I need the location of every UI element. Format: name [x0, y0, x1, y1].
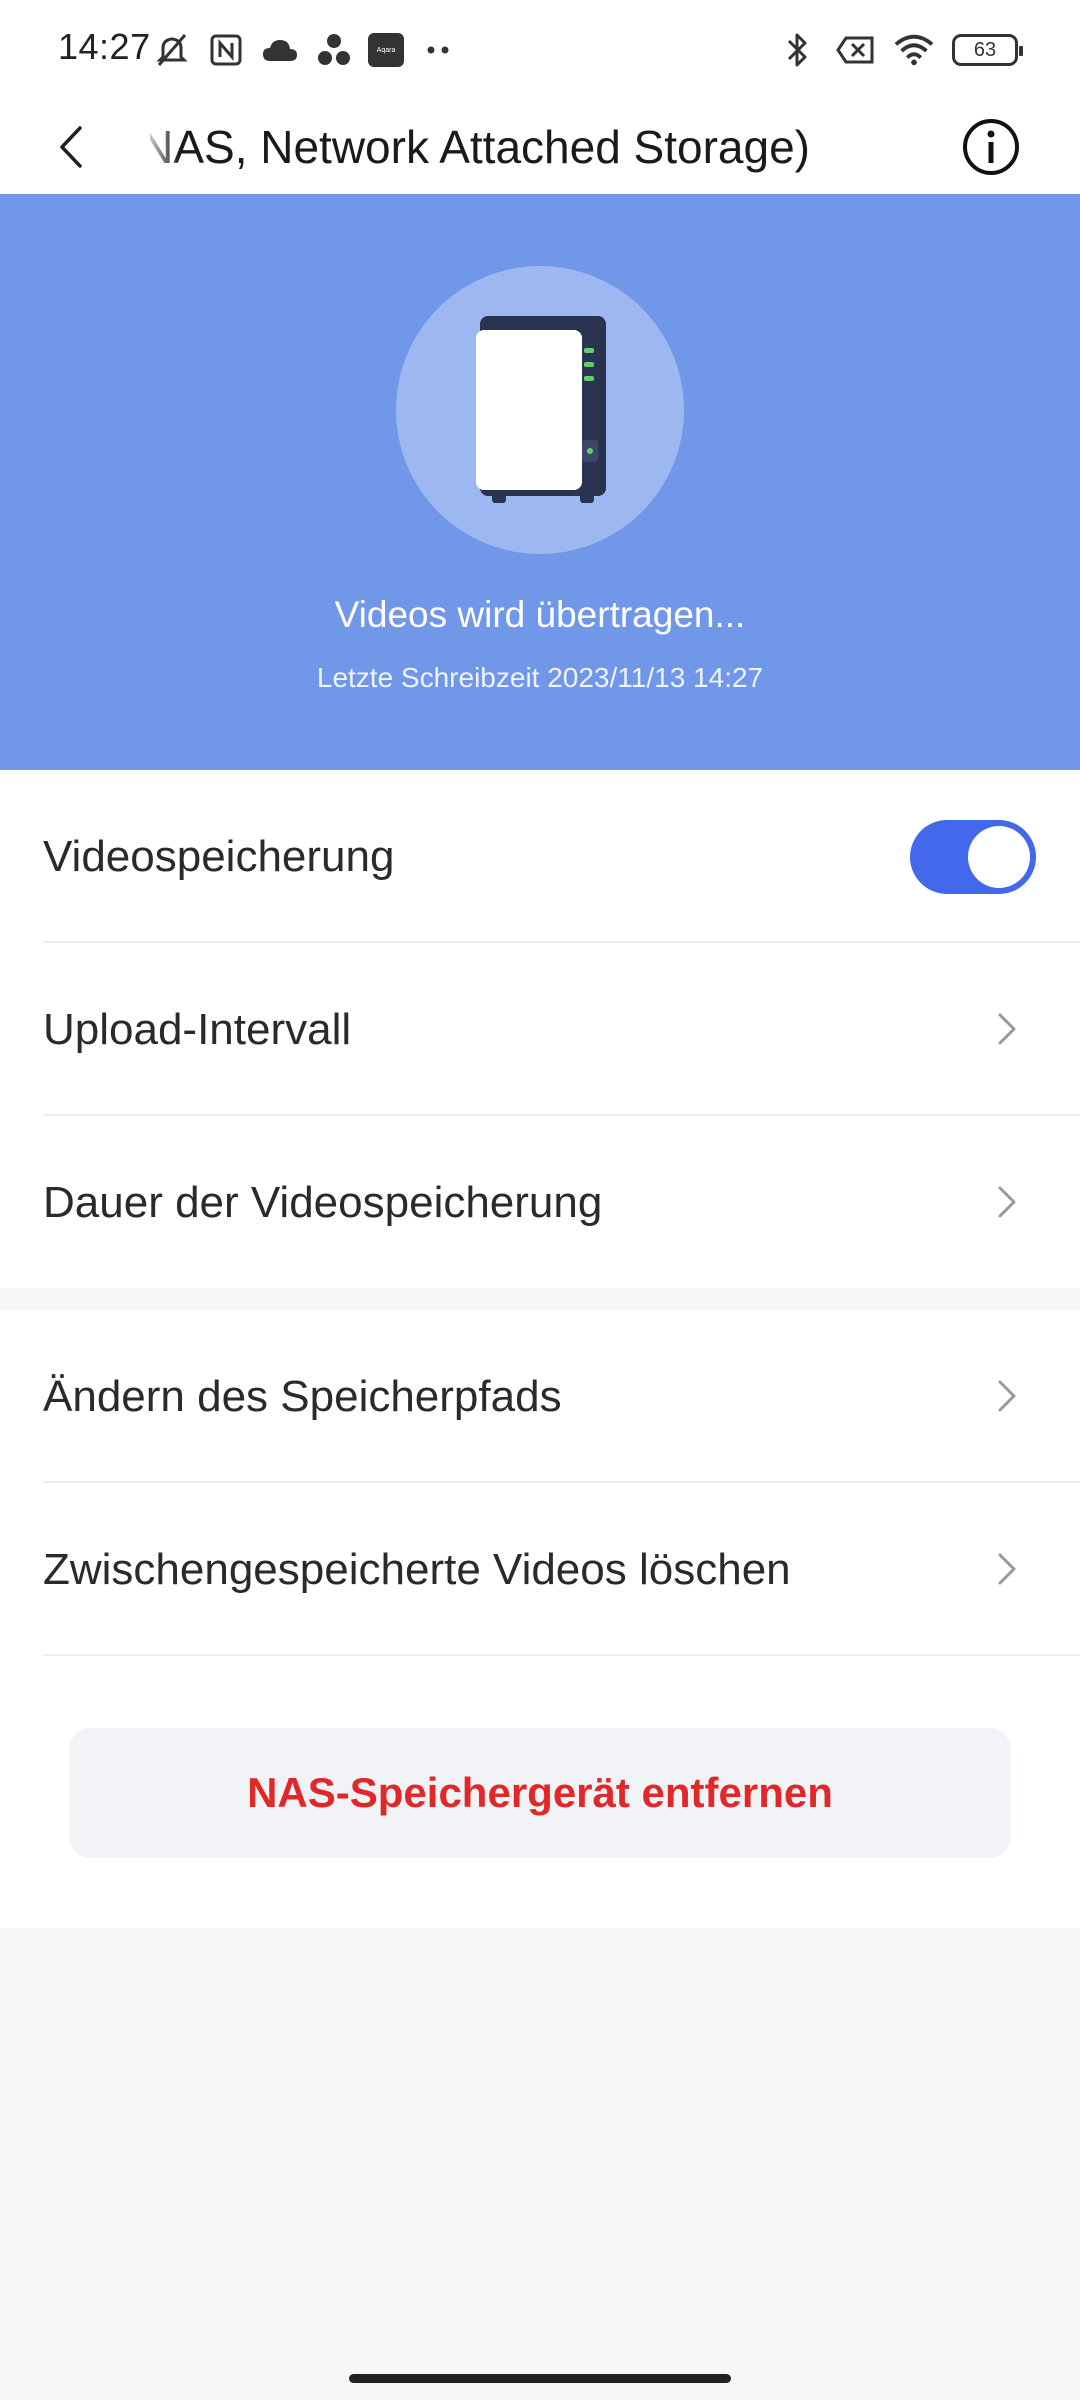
- status-left-icons: Aqara: [152, 30, 458, 70]
- status-right-icons: 63: [778, 30, 1023, 70]
- upload-interval-row[interactable]: Upload-Intervall: [43, 943, 1080, 1116]
- device-status-banner: Videos wird übertragen... Letzte Schreib…: [0, 194, 1080, 770]
- video-storage-toggle[interactable]: [910, 820, 1036, 894]
- info-icon: [963, 119, 1019, 175]
- nas-device-icon: [476, 316, 606, 503]
- video-storage-row: Videospeicherung: [43, 770, 1080, 943]
- mute-icon: [152, 30, 192, 70]
- title-fade: [140, 112, 180, 182]
- toggle-knob: [968, 826, 1030, 888]
- chevron-left-icon: [60, 126, 82, 168]
- status-bar: 14:27 Aqara 63: [0, 0, 1080, 100]
- video-storage-label: Videospeicherung: [43, 832, 395, 881]
- chevron-right-icon: [998, 1553, 1016, 1585]
- back-button[interactable]: [36, 112, 106, 182]
- page-title: (NAS, Network Attached Storage): [150, 121, 810, 173]
- remove-nas-button[interactable]: NAS-Speichergerät entfernen: [69, 1728, 1011, 1858]
- change-path-row[interactable]: Ändern des Speicherpfads: [43, 1310, 1080, 1483]
- settings-section-main: Videospeicherung Upload-Intervall Dauer …: [0, 770, 1080, 1288]
- aqara-app-icon: Aqara: [368, 33, 404, 67]
- more-dots-icon: [418, 30, 458, 70]
- storage-duration-label: Dauer der Videospeicherung: [43, 1178, 603, 1227]
- chevron-right-icon: [998, 1186, 1016, 1218]
- storage-duration-row[interactable]: Dauer der Videospeicherung: [43, 1116, 1080, 1289]
- dots-cluster-icon: [314, 30, 354, 70]
- battery-icon: 63: [952, 34, 1023, 66]
- clear-cache-label: Zwischengespeicherte Videos löschen: [43, 1545, 791, 1594]
- settings-section-storage: Ändern des Speicherpfads Zwischengespeic…: [0, 1310, 1080, 1928]
- transfer-status-text: Videos wird übertragen...: [334, 594, 746, 635]
- last-write-time: Letzte Schreibzeit 2023/11/13 14:27: [316, 662, 764, 693]
- top-app-bar: (NAS, Network Attached Storage): [0, 100, 1080, 194]
- nfc-icon: [206, 30, 246, 70]
- bluetooth-icon: [778, 30, 818, 70]
- cloud-icon: [260, 30, 300, 70]
- chevron-right-icon: [998, 1013, 1016, 1045]
- no-sim-icon: [836, 30, 876, 70]
- clear-cache-row[interactable]: Zwischengespeicherte Videos löschen: [43, 1483, 1080, 1656]
- home-indicator[interactable]: [349, 2374, 731, 2383]
- change-path-label: Ändern des Speicherpfads: [43, 1372, 562, 1421]
- info-button[interactable]: [954, 110, 1028, 184]
- upload-interval-label: Upload-Intervall: [43, 1005, 352, 1054]
- status-time: 14:27: [58, 26, 151, 67]
- wifi-icon: [894, 30, 934, 70]
- chevron-right-icon: [998, 1380, 1016, 1412]
